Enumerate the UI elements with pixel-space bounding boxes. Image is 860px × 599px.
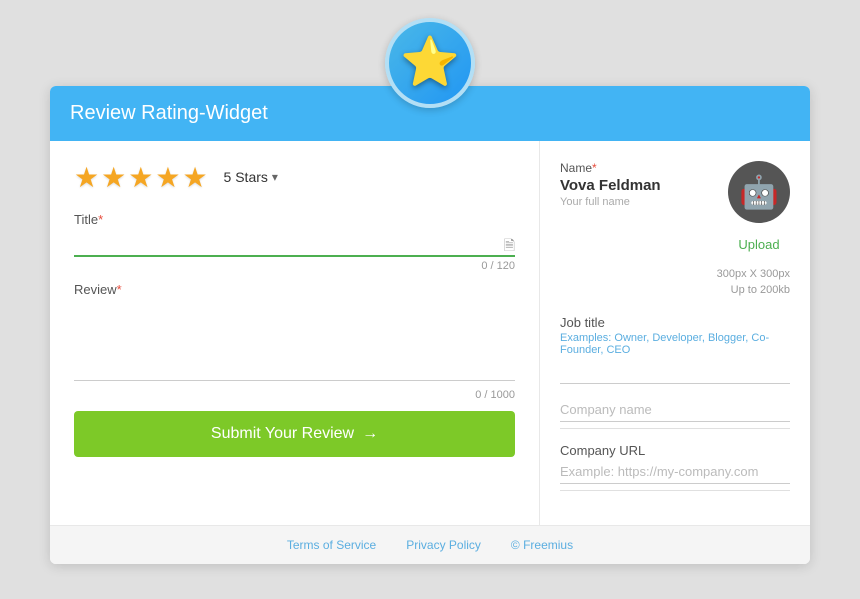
stars-display[interactable]: ★ ★ ★ ★ ★ [74, 161, 208, 194]
company-name-group [560, 398, 790, 429]
full-name-hint: Your full name [560, 196, 716, 208]
rating-row: ★ ★ ★ ★ ★ 5 Stars ▾ [74, 161, 515, 194]
star-icon: ⭐ [400, 39, 460, 87]
company-url-label: Company URL [560, 443, 790, 458]
job-title-hint: Examples: Owner, Developer, Blogger, Co-… [560, 332, 790, 356]
review-required: * [117, 282, 122, 297]
company-name-input[interactable] [560, 398, 790, 422]
review-field-group: Review* 0 / 1000 [74, 282, 515, 401]
profile-section: Name* Vova Feldman Your full name 🤖 [560, 161, 790, 223]
right-panel: Name* Vova Feldman Your full name 🤖 Uplo… [540, 141, 810, 525]
title-field-group: Title* 🗎 0 / 120 [74, 212, 515, 272]
star-badge: ⭐ [385, 18, 475, 108]
avatar: 🤖 [728, 161, 790, 223]
name-required: * [592, 161, 597, 175]
upload-section: Upload 300px X 300px Up to 200kb [560, 237, 790, 311]
job-title-label: Job title [560, 315, 790, 330]
star-5[interactable]: ★ [182, 161, 207, 194]
company-url-group: Company URL [560, 443, 790, 491]
avatar-emoji: 🤖 [739, 173, 779, 211]
upload-limit: Up to 200kb [717, 282, 790, 299]
review-char-count: 0 / 1000 [74, 389, 515, 401]
star-4[interactable]: ★ [155, 161, 180, 194]
star-2[interactable]: ★ [101, 161, 126, 194]
left-panel: ★ ★ ★ ★ ★ 5 Stars ▾ Title* 🗎 [50, 141, 540, 525]
stars-label: 5 Stars [224, 169, 268, 185]
review-label: Review* [74, 282, 515, 297]
widget-body: ★ ★ ★ ★ ★ 5 Stars ▾ Title* 🗎 [50, 141, 810, 525]
title-input[interactable] [74, 231, 515, 257]
job-title-input[interactable] [560, 360, 790, 384]
profile-info: Name* Vova Feldman Your full name [560, 161, 716, 208]
widget-footer: Terms of Service Privacy Policy © Freemi… [50, 525, 810, 564]
copyright: © Freemius [511, 538, 573, 552]
privacy-link[interactable]: Privacy Policy [406, 538, 481, 552]
dropdown-arrow-icon: ▾ [272, 170, 278, 184]
stars-dropdown[interactable]: 5 Stars ▾ [218, 165, 284, 189]
job-title-group: Job title Examples: Owner, Developer, Bl… [560, 315, 790, 384]
url-divider [560, 490, 790, 491]
upload-info: 300px X 300px Up to 200kb [717, 266, 790, 299]
title-required: * [98, 212, 103, 227]
star-3[interactable]: ★ [128, 161, 153, 194]
name-label: Name* [560, 161, 716, 175]
review-textarea[interactable] [74, 301, 515, 381]
widget-container: Review Rating-Widget ★ ★ ★ ★ ★ 5 Stars ▾ [50, 86, 810, 564]
submit-label: Submit Your Review [211, 425, 354, 443]
text-icon: 🗎 [504, 235, 515, 259]
profile-name[interactable]: Vova Feldman [560, 177, 716, 194]
title-label: Title* [74, 212, 515, 227]
upload-size: 300px X 300px [717, 266, 790, 283]
company-url-input[interactable] [560, 460, 790, 484]
terms-link[interactable]: Terms of Service [287, 538, 376, 552]
star-1[interactable]: ★ [74, 161, 99, 194]
widget-title: Review Rating-Widget [70, 102, 268, 124]
title-input-wrapper: 🗎 [74, 231, 515, 257]
upload-right: Upload 300px X 300px Up to 200kb [717, 237, 790, 311]
title-char-count: 0 / 120 [74, 260, 515, 272]
submit-arrow-icon: → [362, 425, 378, 443]
company-divider [560, 428, 790, 429]
upload-button[interactable]: Upload [728, 237, 790, 252]
submit-button[interactable]: Submit Your Review → [74, 411, 515, 457]
